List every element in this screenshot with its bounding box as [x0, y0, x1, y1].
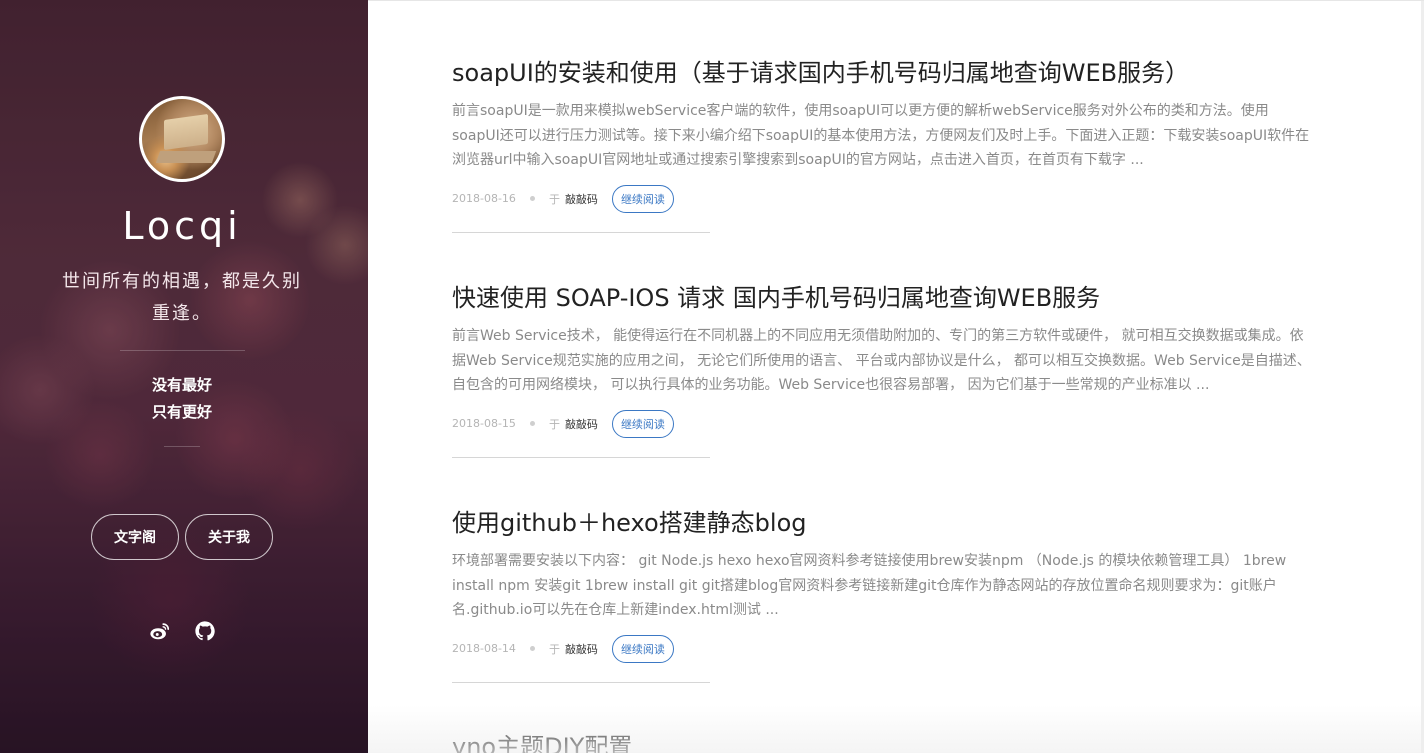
post-title[interactable]: soapUI的安装和使用（基于请求国内手机号码归属地查询WEB服务） [452, 57, 1312, 89]
sidebar-content: Locqi 世间所有的相遇，都是久别重逢。 没有最好 只有更好 文字阁 关于我 [0, 0, 368, 753]
post-date: 2018-08-14 [452, 642, 516, 655]
post-item: yno主题DIY配置 [452, 731, 1312, 753]
post-meta: 2018-08-14 于 敲敲码 继续阅读 [452, 634, 1312, 663]
post-excerpt: 前言soapUI是一款用来模拟webService客户端的软件，使用soapUI… [452, 103, 1310, 168]
post-item: 快速使用 SOAP-IOS 请求 国内手机号码归属地查询WEB服务 前言Web … [452, 282, 1312, 458]
read-more-button[interactable]: 继续阅读 [611, 634, 674, 663]
post-author-prefix: 于 [548, 417, 560, 431]
post-author-prefix: 于 [548, 192, 560, 206]
post-divider [452, 456, 710, 458]
sidebar: Locqi 世间所有的相遇，都是久别重逢。 没有最好 只有更好 文字阁 关于我 [0, 0, 368, 753]
post-item: soapUI的安装和使用（基于请求国内手机号码归属地查询WEB服务） 前言soa… [452, 57, 1312, 233]
nav-button-articles[interactable]: 文字阁 [91, 514, 179, 560]
meta-separator-dot [529, 646, 535, 651]
post-divider [452, 681, 710, 683]
nav-button-about[interactable]: 关于我 [185, 514, 273, 560]
post-date: 2018-08-15 [452, 417, 516, 430]
post-author[interactable]: 敲敲码 [565, 641, 598, 657]
avatar[interactable] [139, 96, 225, 182]
meta-separator-dot [529, 196, 535, 201]
read-more-button[interactable]: 继续阅读 [611, 184, 674, 213]
post-list: soapUI的安装和使用（基于请求国内手机号码归属地查询WEB服务） 前言soa… [368, 0, 1424, 753]
sidebar-divider-short [164, 446, 200, 447]
post-meta: 2018-08-15 于 敲敲码 继续阅读 [452, 409, 1312, 438]
post-meta: 2018-08-16 于 敲敲码 继续阅读 [452, 184, 1312, 213]
sidebar-slogan: 没有最好 只有更好 [0, 372, 364, 426]
site-motto: 世间所有的相遇，都是久别重逢。 [62, 271, 302, 324]
post-excerpt: 前言Web Service技术， 能使得运行在不同机器上的不同应用无须借助附加的… [452, 328, 1311, 393]
sidebar-divider [120, 350, 245, 351]
post-date: 2018-08-16 [452, 192, 516, 205]
weibo-icon-svg [150, 623, 170, 640]
post-title[interactable]: 使用github＋hexo搭建静态blog [452, 507, 1312, 539]
slogan-line-1: 没有最好 [151, 376, 212, 394]
post-excerpt: 环境部署需要安装以下内容： git Node.js hexo hexo官网资料参… [452, 553, 1287, 618]
github-icon-svg [195, 621, 215, 641]
avatar-laptop-keyboard [155, 151, 217, 163]
post-author-prefix: 于 [548, 642, 560, 656]
post-title[interactable]: 快速使用 SOAP-IOS 请求 国内手机号码归属地查询WEB服务 [452, 282, 1312, 314]
meta-separator-dot [529, 421, 535, 426]
site-title[interactable]: Locqi [0, 204, 364, 248]
github-icon[interactable] [194, 620, 216, 642]
post-author[interactable]: 敲敲码 [565, 416, 598, 432]
post-divider [452, 231, 710, 233]
post-title[interactable]: yno主题DIY配置 [452, 731, 1312, 753]
post-item: 使用github＋hexo搭建静态blog 环境部署需要安装以下内容： git … [452, 507, 1312, 683]
post-author[interactable]: 敲敲码 [565, 191, 598, 207]
weibo-icon[interactable] [149, 620, 171, 642]
slogan-line-2: 只有更好 [151, 403, 212, 421]
read-more-button[interactable]: 继续阅读 [611, 409, 674, 438]
avatar-laptop-screen [164, 113, 208, 151]
